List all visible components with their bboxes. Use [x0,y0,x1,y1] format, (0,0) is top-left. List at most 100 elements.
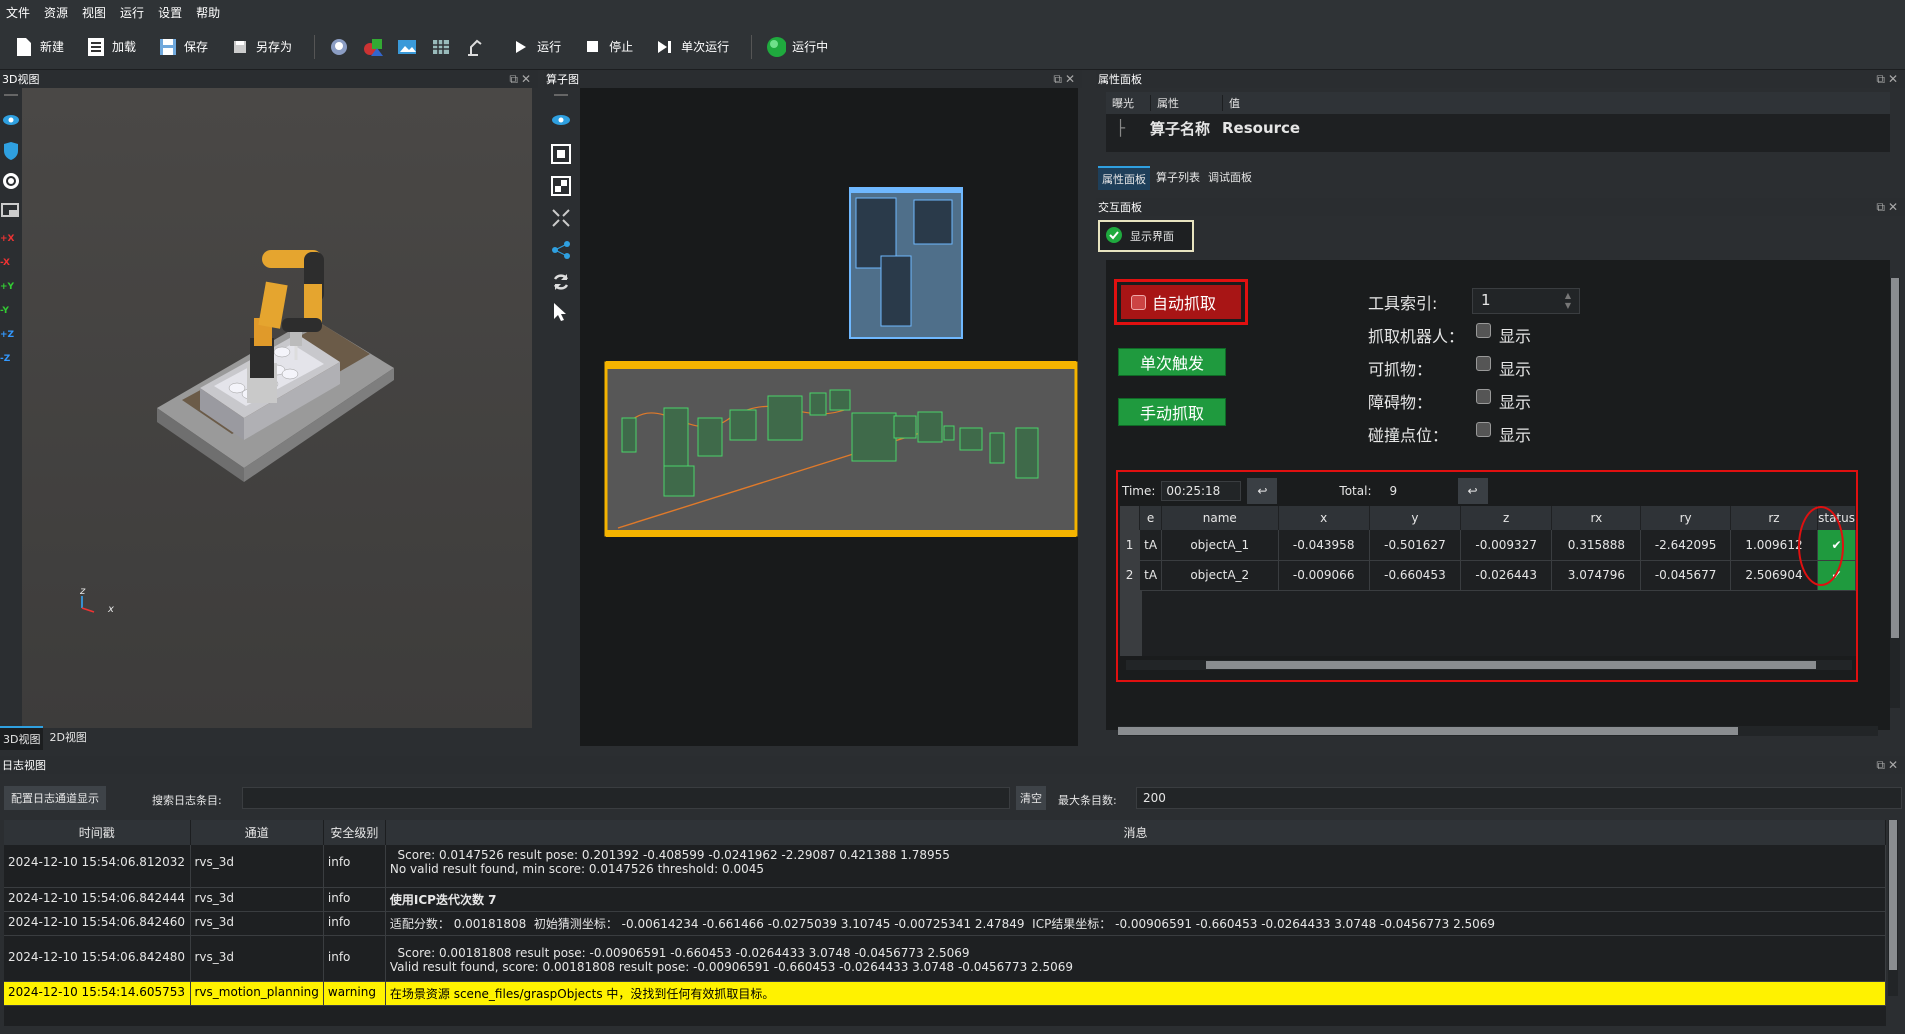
new-button[interactable]: 新建 [14,36,64,58]
collapse-icon[interactable] [551,208,571,231]
log-table: 时间戳 通道 安全级别 消息 2024-12-10 15:54:06.81203… [4,820,1886,1026]
camera-icon[interactable] [1,202,21,221]
fit-view-icon[interactable] [551,144,571,167]
pointer-icon[interactable] [553,302,567,325]
run-button[interactable]: 运行 [511,36,561,58]
log-row[interactable]: 2024-12-10 15:54:06.842480 rvs_3d info S… [4,935,1886,982]
tab-2d-view[interactable]: 2D视图 [43,726,92,750]
new-file-icon [14,36,34,58]
minus-z-icon[interactable]: -Z [0,354,14,364]
shield-icon[interactable] [3,142,19,163]
save-as-button[interactable]: 另存为 [230,36,292,58]
graph-canvas[interactable] [580,88,1078,746]
plus-z-icon[interactable]: +Z [0,330,14,340]
save-button[interactable]: 保存 [158,36,208,58]
spin-arrows-icon[interactable]: ▲ ▼ [1565,291,1571,311]
tool-icons-group [329,36,485,58]
refresh-icon[interactable] [551,272,571,295]
interaction-h-scrollbar[interactable] [1118,726,1878,736]
panel-float-close-icon[interactable]: ⧉✕ [1876,200,1905,215]
table-row[interactable]: 2 tA objectA_2 -0.009066 -0.660453 -0.02… [1120,560,1856,591]
panel-float-close-icon[interactable]: ⧉✕ [1876,758,1905,773]
table-row[interactable]: 1 tA objectA_1 -0.043958 -0.501627 -0.00… [1120,530,1856,561]
menu-resource[interactable]: 资源 [44,4,68,21]
property-row[interactable]: ├ 算子名称 Resource [1106,114,1890,142]
resource-cube-icon[interactable] [363,36,384,58]
operator-graph-title: 算子图 [546,73,579,86]
tab-operator-list[interactable]: 算子列表 [1154,166,1202,190]
config-log-channels-button[interactable]: 配置日志通道显示 [4,786,106,810]
grab-robot-label: 抓取机器人： [1368,327,1465,346]
obstacle-show-checkbox[interactable]: 显示 [1476,389,1531,413]
property-panel: 属性面板 ⧉✕ 曝光 属性 值 ├ 算子名称 Resource [1096,70,1905,156]
log-row[interactable]: 2024-12-10 15:54:06.842460 rvs_3d info 适… [4,911,1886,936]
col-rx: rx [1551,506,1642,530]
group-icon[interactable] [551,176,571,199]
cell-name: objectA_1 [1161,530,1279,561]
grid-icon[interactable] [431,36,451,58]
log-message: 使用ICP迭代次数 7 [385,887,1886,912]
cell-rx: 3.074796 [1551,560,1642,591]
grid-h-scrollbar[interactable] [1126,660,1852,670]
tab-property-panel[interactable]: 属性面板 [1098,166,1150,190]
total-reset-icon[interactable]: ↩ [1457,478,1488,504]
minus-y-icon[interactable]: -Y [0,306,14,316]
time-row: Time: 00:25:18 ↩ Total: 9 ↩ [1122,478,1488,504]
log-message: 在场景资源 scene_files/graspObjects 中，没找到任何有效… [385,981,1886,1006]
robot-arm-icon[interactable] [465,36,485,58]
single-trigger-button[interactable]: 单次触发 [1118,348,1226,376]
minus-x-icon[interactable]: -X [0,258,14,268]
log-row[interactable]: 2024-12-10 15:54:06.842444 rvs_3d info 使… [4,887,1886,912]
inspect-icon[interactable] [329,36,349,58]
stop-button[interactable]: 停止 [583,36,633,58]
col-exposure: 曝光 [1112,97,1134,110]
save-icon [158,36,178,58]
max-entries-input[interactable]: 200 [1136,787,1902,809]
menu-run[interactable]: 运行 [120,4,144,21]
log-channel: rvs_motion_planning [190,981,324,1006]
show-ui-label: 显示界面 [1130,230,1174,243]
time-reset-icon[interactable]: ↩ [1247,478,1278,504]
grab-robot-show-checkbox[interactable]: 显示 [1476,323,1531,347]
panel-float-close-icon[interactable]: ⧉✕ [1876,72,1905,87]
log-row-warning[interactable]: 2024-12-10 15:54:14.605753 rvs_motion_pl… [4,981,1886,1006]
resource-group-node[interactable] [849,187,963,339]
log-channel: rvs_3d [190,887,324,912]
auto-grab-checkbox[interactable]: 自动抓取 [1121,285,1241,319]
target-icon[interactable] [2,172,20,193]
tool-index-spinbox[interactable]: 1 ▲ ▼ [1472,288,1580,314]
menu-view[interactable]: 视图 [82,4,106,21]
log-v-scrollbar[interactable] [1888,820,1898,996]
plus-y-icon[interactable]: +Y [0,282,14,292]
grabbable-show-checkbox[interactable]: 显示 [1476,356,1531,380]
eye-icon[interactable] [2,114,20,129]
menu-file[interactable]: 文件 [6,4,30,21]
plus-x-icon[interactable]: +X [0,234,14,244]
main-flow-group-node[interactable] [604,361,1078,537]
running-label: 运行中 [792,40,829,54]
checkbox [1476,323,1491,338]
image-view-icon[interactable] [397,36,417,58]
tab-debug-panel[interactable]: 调试面板 [1206,166,1254,190]
clear-button[interactable]: 清空 [1016,786,1046,810]
panel-float-close-icon[interactable]: ⧉✕ [509,72,538,87]
interaction-v-scrollbar[interactable] [1890,278,1900,708]
single-run-button[interactable]: 单次运行 [655,36,729,58]
view3d-canvas[interactable]: z x [22,88,532,728]
search-input[interactable] [242,787,1010,809]
menu-settings[interactable]: 设置 [158,4,182,21]
tab-3d-view[interactable]: 3D视图 [0,726,44,750]
cell-x: -0.043958 [1278,530,1370,561]
menu-help[interactable]: 帮助 [196,4,220,21]
property-panel-title: 属性面板 [1098,73,1142,86]
manual-grab-button[interactable]: 手动抓取 [1118,398,1226,426]
load-button[interactable]: 加载 [86,36,136,58]
panel-float-close-icon[interactable]: ⧉✕ [1053,72,1082,87]
show-ui-toggle[interactable]: 显示界面 [1098,220,1194,252]
interaction-content: 自动抓取 单次触发 手动抓取 工具索引: 1 ▲ ▼ 抓取机器人： 显示 可抓物：… [1106,260,1890,730]
connect-nodes-icon[interactable] [551,240,571,263]
collision-show-checkbox[interactable]: 显示 [1476,422,1531,446]
running-status: 运行中 [766,36,828,58]
log-row[interactable]: 2024-12-10 15:54:06.812032 rvs_3d info S… [4,845,1886,888]
eye-icon[interactable] [551,114,571,129]
